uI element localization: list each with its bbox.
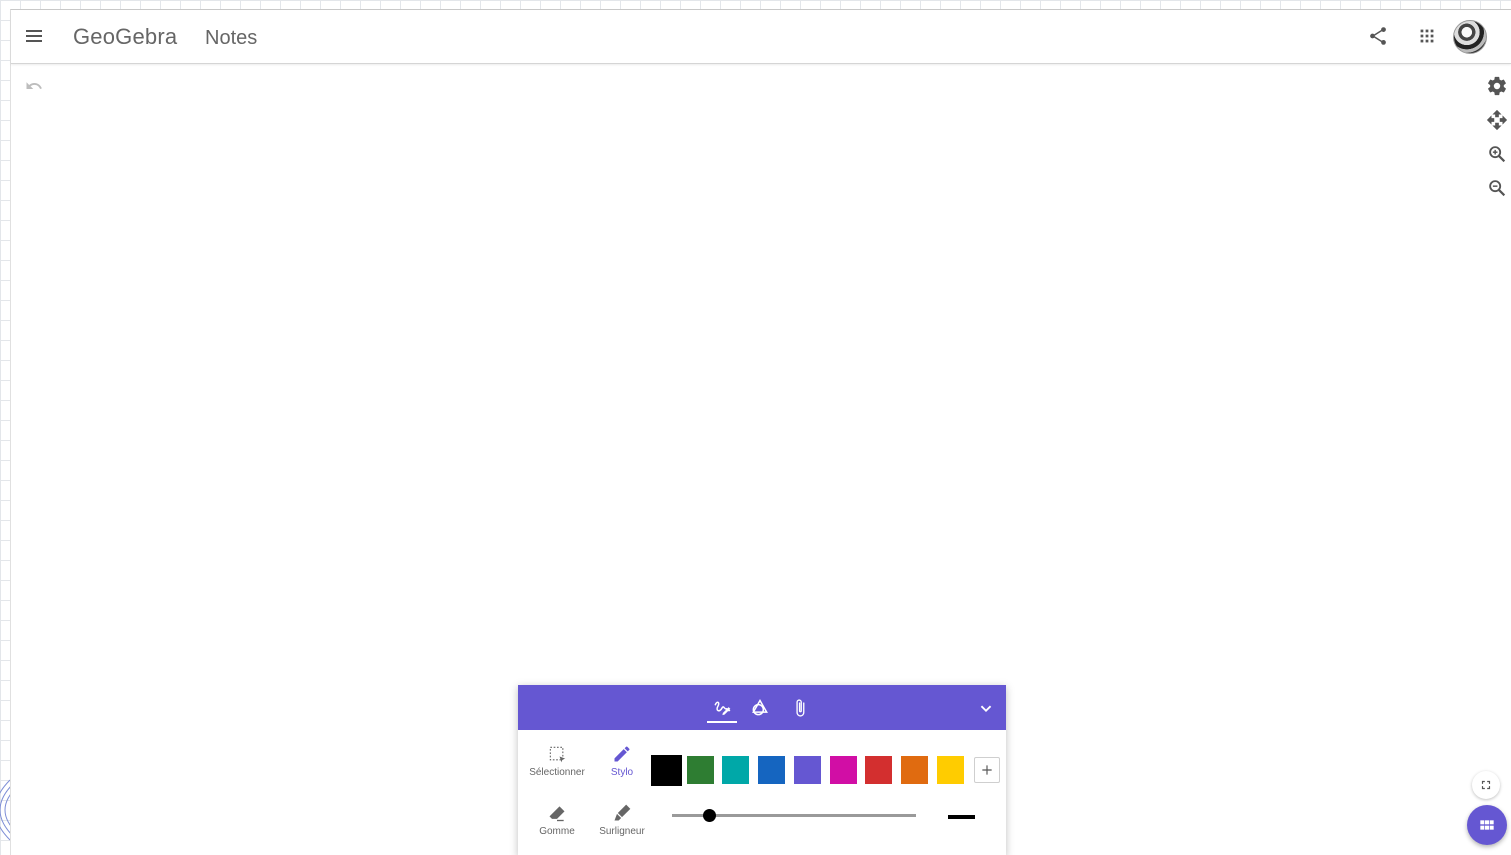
- add-color-button[interactable]: [974, 757, 1000, 783]
- logo-text: GeoGebra: [73, 24, 178, 49]
- apps-grid-icon[interactable]: [1416, 25, 1438, 47]
- pen-tab[interactable]: [707, 696, 737, 723]
- eraser-tool-label: Gomme: [539, 826, 575, 837]
- slider-thumb[interactable]: [702, 809, 716, 822]
- fullscreen-button[interactable]: [1472, 771, 1500, 799]
- color-swatch[interactable]: [758, 756, 786, 784]
- zoom-out-icon[interactable]: [1486, 177, 1508, 199]
- hamburger-menu-icon[interactable]: [23, 25, 45, 47]
- color-swatch[interactable]: [793, 756, 821, 784]
- app-header: GeoGebra Notes: [11, 10, 1511, 64]
- color-swatch[interactable]: [936, 756, 964, 784]
- undo-icon[interactable]: [25, 77, 43, 95]
- select-tool-label: Sélectionner: [529, 767, 585, 778]
- highlighter-tool-button[interactable]: Surligneur: [590, 803, 654, 847]
- avatar[interactable]: [1453, 20, 1487, 54]
- pen-tool-button[interactable]: Stylo: [590, 744, 654, 788]
- plus-icon: [982, 765, 992, 775]
- select-tool-button[interactable]: Sélectionner: [525, 744, 589, 788]
- color-swatch[interactable]: [722, 756, 750, 784]
- color-swatch[interactable]: [829, 756, 857, 784]
- eraser-icon: [549, 806, 565, 822]
- eraser-tool-button[interactable]: Gomme: [525, 803, 589, 847]
- highlighter-icon: [614, 804, 631, 821]
- selection-icon: [549, 746, 566, 763]
- zoom-in-icon[interactable]: [1486, 143, 1508, 165]
- scribble-icon: [714, 701, 731, 716]
- toolbox-tab-bar: [518, 685, 1006, 730]
- grid-icon: [1480, 820, 1494, 830]
- pen-toolbox: Sélectionner Stylo Gomme Surligneur: [518, 685, 1006, 855]
- notes-app: GeoGebra Notes Sélectionner Stylo Gomme …: [10, 9, 1511, 855]
- toolbox-toggle-button[interactable]: [1467, 805, 1507, 845]
- highlighter-tool-label: Surligneur: [599, 826, 645, 837]
- gear-icon[interactable]: [1486, 75, 1508, 97]
- pen-size-slider[interactable]: [672, 809, 916, 822]
- paperclip-icon: [796, 699, 805, 717]
- app-title: Notes: [205, 27, 258, 49]
- shapes-tab[interactable]: [748, 696, 772, 720]
- geogebra-logo[interactable]: GeoGebra: [73, 24, 177, 50]
- color-swatch[interactable]: [865, 756, 893, 784]
- share-icon[interactable]: [1367, 25, 1389, 47]
- move-arrows-icon[interactable]: [1486, 109, 1508, 131]
- grid-background: GeoGebra Notes Sélectionner Stylo Gomme …: [0, 0, 1511, 855]
- fullscreen-icon: [1481, 780, 1491, 790]
- color-swatch[interactable]: [686, 756, 714, 784]
- color-swatch[interactable]: [900, 756, 928, 784]
- pen-tool-label: Stylo: [610, 767, 634, 778]
- color-swatch[interactable]: [651, 755, 682, 786]
- chevron-down-icon[interactable]: [975, 697, 997, 719]
- pen-icon: [614, 746, 630, 762]
- shapes-icon: [752, 698, 768, 716]
- attachment-tab[interactable]: [788, 696, 812, 720]
- stroke-preview: [948, 815, 975, 819]
